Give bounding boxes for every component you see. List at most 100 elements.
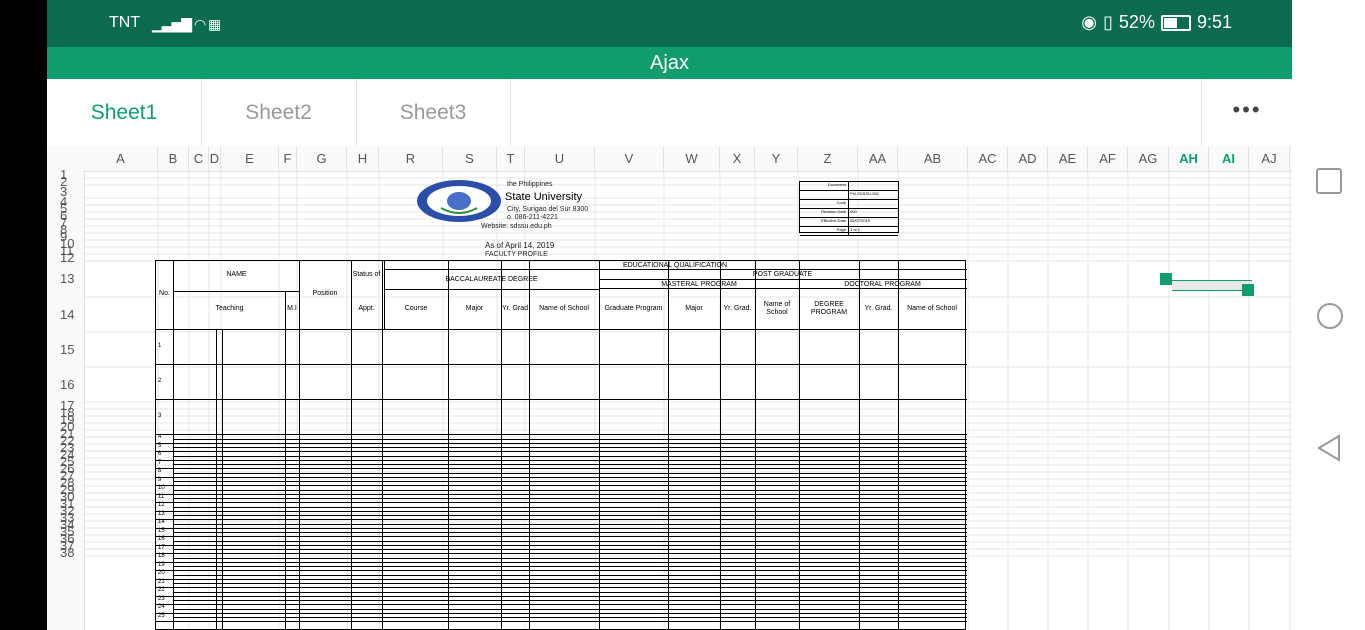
hdr-appt: Appt. (358, 305, 375, 312)
column-header-AH[interactable]: AH (1169, 146, 1209, 171)
table-row-subline (173, 557, 967, 559)
column-header-AB[interactable]: AB (898, 146, 968, 171)
table-row-line (156, 399, 967, 400)
selection-handle-start[interactable] (1160, 273, 1172, 285)
column-header-D[interactable]: D (209, 146, 221, 171)
column-header-V[interactable]: V (595, 146, 664, 171)
column-header-Y[interactable]: Y (755, 146, 798, 171)
column-header-AG[interactable]: AG (1128, 146, 1169, 171)
column-header-F[interactable]: F (279, 146, 297, 171)
table-row-subline (173, 515, 967, 516)
table-row-line (156, 502, 967, 503)
column-header-Z[interactable]: Z (798, 146, 858, 171)
hdr-name-school: Name of School (539, 305, 589, 312)
column-header-C[interactable]: C (189, 146, 209, 171)
table-line (174, 291, 299, 292)
row-header-13[interactable]: 13 (47, 272, 84, 285)
table-row-line (156, 621, 967, 622)
table-row-line (156, 434, 967, 435)
selected-range[interactable] (1172, 280, 1252, 291)
faculty-row-number: 8 (158, 468, 162, 475)
table-line (222, 329, 223, 630)
selection-handle-end[interactable] (1242, 284, 1254, 296)
table-row-subline (173, 600, 967, 601)
hdr-name-school3: Name of School (907, 305, 957, 312)
column-header-B[interactable]: B (158, 146, 189, 171)
tab-sheet3[interactable]: Sheet3 (356, 79, 511, 146)
column-header-E[interactable]: E (221, 146, 279, 171)
column-header-X[interactable]: X (720, 146, 755, 171)
column-header-AI[interactable]: AI (1209, 146, 1249, 171)
row-header-12[interactable]: 12 (47, 251, 84, 264)
table-row-subline (173, 591, 967, 593)
column-header-W[interactable]: W (664, 146, 720, 171)
column-header-AC[interactable]: AC (968, 146, 1008, 171)
doc-phone: o. 086-211-4221 (507, 214, 558, 221)
hdr-major2: Major (685, 305, 703, 312)
column-header-G[interactable]: G (297, 146, 347, 171)
column-header-U[interactable]: U (525, 146, 595, 171)
faculty-row-number: 7 (158, 459, 162, 466)
home-icon[interactable] (1316, 302, 1344, 330)
row-header-16[interactable]: 16 (47, 378, 84, 391)
doc-header-line1: the Philippines (507, 181, 553, 188)
hdr-course: Course (404, 305, 428, 312)
hdr-mi: M.I (287, 305, 297, 312)
tab-sheet1[interactable]: Sheet1 (47, 79, 202, 146)
table-row-subline (173, 498, 967, 499)
back-icon[interactable] (1316, 434, 1342, 462)
column-header-AJ[interactable]: AJ (1249, 146, 1290, 171)
table-row-subline (173, 583, 967, 584)
battery-icon (1160, 14, 1191, 31)
row-header-38[interactable]: 38 (47, 546, 84, 559)
row-header-15[interactable]: 15 (47, 343, 84, 356)
hdr-doctoral: DOCTORAL PROGRAM (844, 281, 921, 288)
column-header-AD[interactable]: AD (1008, 146, 1048, 171)
table-line (216, 329, 217, 630)
signal-wifi-icons: ▁▃▅▇ ◠ ▦ (152, 16, 221, 32)
more-menu-button[interactable]: ••• (1201, 79, 1292, 146)
hdr-name-school2: Name of School (763, 301, 791, 316)
faculty-row-number: 3 (158, 412, 162, 419)
row-header-14[interactable]: 14 (47, 308, 84, 321)
table-line (156, 329, 967, 330)
vibrate-icon: ▯ (1103, 12, 1113, 32)
column-header-A[interactable]: A (84, 146, 158, 171)
doc-code-value: 06/07/2019 (848, 218, 898, 226)
table-row-line (156, 561, 967, 563)
tab-sheet2[interactable]: Sheet2 (201, 79, 357, 146)
doc-code-label: Code (836, 200, 846, 205)
doc-address: City, Surigao del Sur 8300 (507, 206, 589, 213)
hdr-position: Position (312, 290, 338, 297)
faculty-row-number: 20 (158, 570, 165, 577)
doc-code-row: Document (800, 182, 898, 191)
faculty-row-number: 13 (158, 510, 165, 517)
hdr-teaching: Teaching (215, 305, 244, 312)
table-row-subline (173, 472, 967, 474)
column-header-T[interactable]: T (497, 146, 525, 171)
hdr-name: NAME (226, 271, 247, 278)
phone-screen: TNT ▁▃▅▇ ◠ ▦ ◉ ▯ 52% 9:51 Ajax Sheet1 Sh… (47, 0, 1292, 630)
hdr-yr-grad3: Yr. Grad. (864, 305, 893, 312)
table-row-line (156, 476, 967, 478)
column-header-AF[interactable]: AF (1088, 146, 1128, 171)
column-header-R[interactable]: R (379, 146, 443, 171)
status-right: ◉ ▯ 52% 9:51 (1081, 12, 1232, 33)
hdr-yr-grad: Yr. Grad (501, 305, 529, 312)
hdr-grad-program: Graduate Program (604, 305, 663, 312)
faculty-row-number: 21 (158, 578, 165, 585)
faculty-row-number: 16 (158, 536, 165, 543)
eye-icon: ◉ (1081, 12, 1098, 32)
column-header-H[interactable]: H (347, 146, 379, 171)
recent-apps-icon[interactable] (1316, 168, 1342, 194)
column-header-AE[interactable]: AE (1048, 146, 1088, 171)
column-header-S[interactable]: S (443, 146, 497, 171)
app-title: Ajax (47, 47, 1292, 79)
table-line (384, 269, 967, 270)
university-name: State University (505, 191, 583, 203)
column-header-AA[interactable]: AA (858, 146, 898, 171)
faculty-row-number: 6 (158, 451, 162, 458)
doc-code-value: 000 (848, 209, 898, 217)
faculty-row-number: 4 (158, 434, 162, 441)
hdr-bacc: BACCALAUREATE DEGREE (445, 276, 538, 283)
